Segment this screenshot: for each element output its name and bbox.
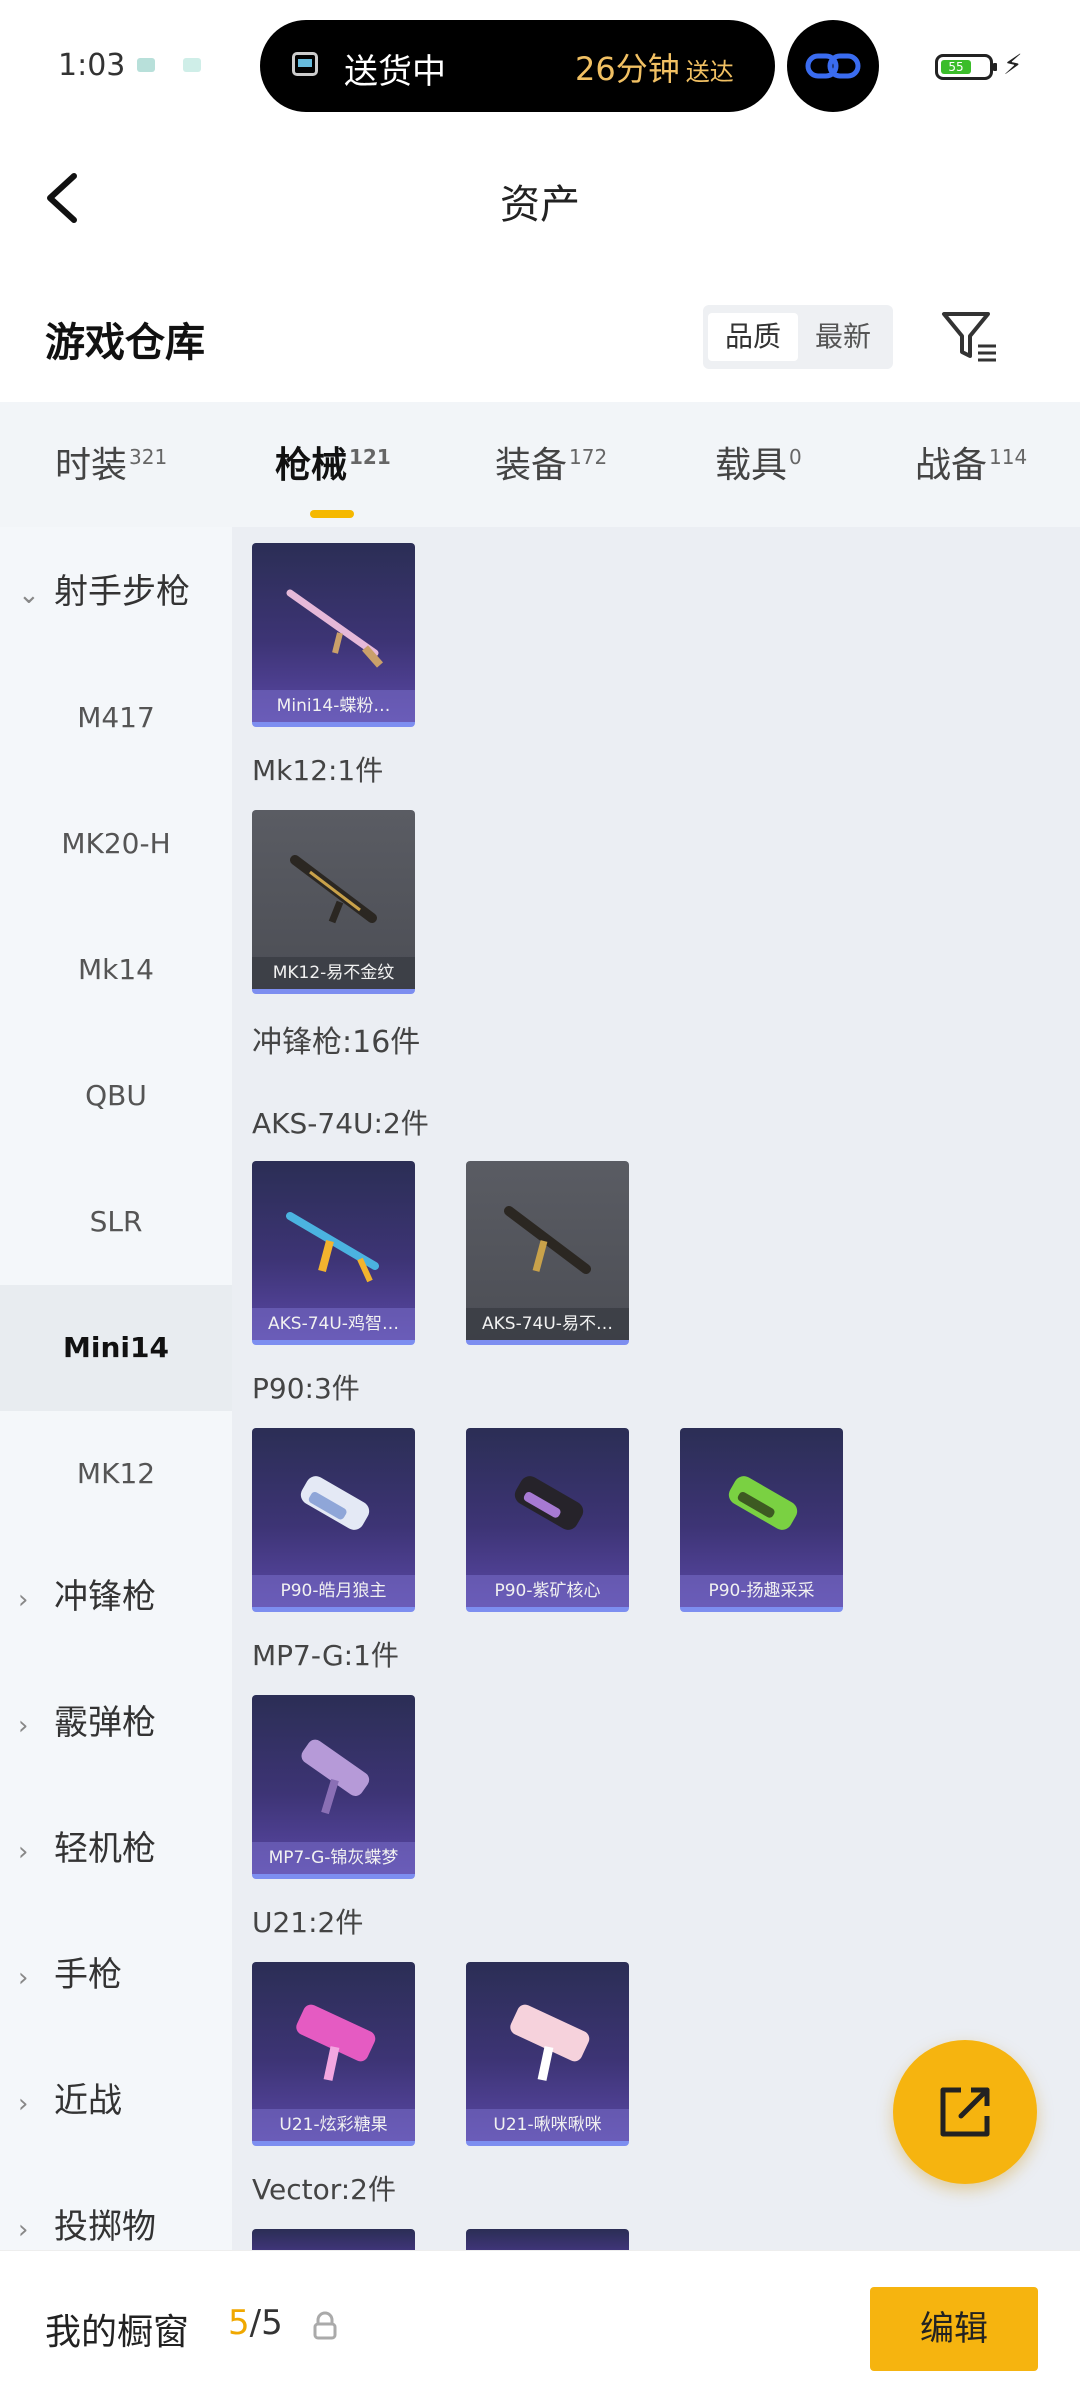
rifle-icon [286,1212,379,1283]
item-grid: Mini14-蝶粉… Mk12:1件 MK12-易不金纹 冲锋枪:16件 AKS… [232,527,1080,2250]
sort-toggle: 品质 最新 [703,305,893,369]
tab-vehicles[interactable]: 载具 0 [715,436,802,488]
sort-quality[interactable]: 品质 [708,313,798,361]
sidebar-category-shotgun[interactable]: › 霰弹枪 [18,1693,156,1753]
notification-icon [137,58,155,72]
item-card-aks2[interactable]: AKS-74U-易不… [466,1161,629,1345]
rifle-icon [290,855,377,924]
notification-icon [183,58,201,72]
warehouse-title: 游戏仓库 [45,320,205,366]
item-card-u21-1[interactable]: U21-炫彩糖果 [252,1962,415,2146]
charging-icon: ⚡ [1003,48,1023,81]
chevron-down-icon: ⌄ [18,580,40,610]
tab-guns[interactable]: 枪械 121 [275,436,391,518]
item-name: AKS-74U-鸡智… [252,1308,415,1340]
group-label-mk12: Mk12:1件 [252,754,384,787]
item-card-mk12[interactable]: MK12-易不金纹 [252,810,415,994]
item-card-vector-1[interactable] [252,2229,415,2250]
sidebar-category-pistol[interactable]: › 手枪 [18,1945,122,2005]
item-card-vector-2[interactable] [466,2229,629,2250]
sidebar-item-mk12[interactable]: MK12 [0,1411,232,1537]
sort-newest[interactable]: 最新 [798,313,888,361]
tab-fashion[interactable]: 时装 321 [55,436,167,488]
item-card-mini14[interactable]: Mini14-蝶粉… [252,543,415,727]
chevron-right-icon: › [18,1585,29,1615]
item-card-u21-2[interactable]: U21-啾咪啾咪 [466,1962,629,2146]
page-title: 资产 [500,182,580,228]
sidebar-item-mini14[interactable]: Mini14 [0,1285,232,1411]
chevron-right-icon: › [18,2089,29,2119]
lock-icon [313,2311,337,2340]
group-label-p90: P90:3件 [252,1372,360,1405]
sidebar-category-smg[interactable]: › 冲锋枪 [18,1567,156,1627]
item-card-aks1[interactable]: AKS-74U-鸡智… [252,1161,415,1345]
chevron-right-icon: › [18,1963,29,1993]
share-button[interactable] [893,2040,1037,2184]
smg-icon [301,1739,370,1815]
smg-icon [510,2004,590,2081]
rifle-icon [504,1206,591,1274]
showcase-label: 我的橱窗 [45,2312,190,2353]
battery-icon: 55 [935,54,997,80]
item-card-mp7[interactable]: MP7-G-锦灰蝶梦 [252,1695,415,1879]
edit-button[interactable]: 编辑 [870,2287,1038,2371]
item-name: U21-啾咪啾咪 [466,2109,629,2141]
tab-supplies[interactable]: 战备 114 [915,436,1027,488]
smg-icon [728,1476,798,1530]
sidebar-item-m417[interactable]: M417 [0,655,232,781]
smg-icon [300,1476,370,1530]
group-label-vector: Vector:2件 [252,2173,396,2206]
item-card-p90-2[interactable]: P90-紫矿核心 [466,1428,629,1612]
group-label-u21: U21:2件 [252,1906,364,1939]
group-label-aks: AKS-74U:2件 [252,1107,429,1140]
item-name: MP7-G-锦灰蝶梦 [252,1842,415,1874]
sidebar-category-dmr[interactable]: ⌄ 射手步枪 [18,562,190,622]
chevron-right-icon: › [18,2215,29,2245]
rifle-icon [286,589,383,668]
status-time: 1:03 [58,48,126,83]
external-link-icon [940,2087,990,2137]
item-name: AKS-74U-易不… [466,1308,629,1340]
item-name: U21-炫彩糖果 [252,2109,415,2141]
category-tabs: 时装 321 枪械 121 装备 172 载具 0 战备 114 [0,402,1080,527]
filter-icon[interactable] [940,308,998,364]
smg-icon [296,2004,376,2081]
status-bar: 1:03 送货中 26分钟 送达 55 ⚡ [0,0,1080,135]
delivery-island[interactable]: 送货中 26分钟 送达 [260,20,775,112]
delivery-app-icon [292,52,318,76]
tab-equipment[interactable]: 装备 172 [495,436,607,488]
item-name: P90-皓月狼主 [252,1575,415,1607]
delivery-eta: 26分钟 送达 [575,50,734,88]
smg-icon [514,1476,584,1530]
sidebar-item-mk20h[interactable]: MK20-H [0,781,232,907]
link-icon [805,53,861,79]
sidebar-category-lmg[interactable]: › 轻机枪 [18,1819,156,1879]
link-island[interactable] [787,20,879,112]
chevron-right-icon: › [18,1837,29,1867]
delivery-status: 送货中 [344,52,446,92]
item-card-p90-1[interactable]: P90-皓月狼主 [252,1428,415,1612]
item-name: P90-扬趣采采 [680,1575,843,1607]
item-name: Mini14-蝶粉… [252,690,415,722]
showcase-bar: 我的橱窗 5/5 编辑 [0,2250,1080,2400]
group-label-smg: 冲锋枪:16件 [252,1025,421,1060]
group-label-mp7: MP7-G:1件 [252,1639,399,1672]
item-card-p90-3[interactable]: P90-扬趣采采 [680,1428,843,1612]
sidebar-item-qbu[interactable]: QBU [0,1033,232,1159]
item-name: MK12-易不金纹 [252,957,415,989]
chevron-right-icon: › [18,1711,29,1741]
showcase-count: 5/5 [228,2303,283,2343]
sidebar-category-throwable[interactable]: › 投掷物 [18,2197,156,2250]
sidebar-item-slr[interactable]: SLR [0,1159,232,1285]
sidebar-item-mk14[interactable]: Mk14 [0,907,232,1033]
sidebar-category-melee[interactable]: › 近战 [18,2071,122,2131]
sidebar: ⌄ 射手步枪 M417 MK20-H Mk14 QBU SLR Mini14 MK… [0,527,232,2250]
item-name: P90-紫矿核心 [466,1575,629,1607]
